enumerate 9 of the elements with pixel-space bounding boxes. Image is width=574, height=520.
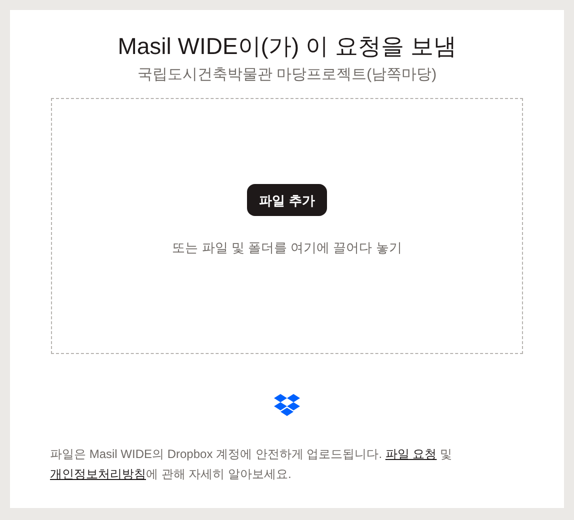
dropbox-logo-icon <box>274 394 300 416</box>
request-title: Masil WIDE이(가) 이 요청을 보냄 <box>118 32 456 61</box>
footer-note: 파일은 Masil WIDE의 Dropbox 계정에 안전하게 업로드됩니다. 파일 요청 및 개인정보처리방침에 관해 자세히 알아보세요. <box>50 446 454 483</box>
file-request-link[interactable]: 파일 요청 <box>385 447 437 461</box>
privacy-policy-link[interactable]: 개인정보처리방침 <box>50 467 146 481</box>
drop-hint: 또는 파일 및 폴더를 여기에 끌어다 놓기 <box>172 239 402 258</box>
request-subtitle: 국립도시건축박물관 마당프로젝트(남쪽마당) <box>137 65 437 85</box>
add-files-button[interactable]: 파일 추가 <box>247 184 327 216</box>
drop-zone[interactable]: 파일 추가 또는 파일 및 폴더를 여기에 끌어다 놓기 <box>51 98 523 354</box>
